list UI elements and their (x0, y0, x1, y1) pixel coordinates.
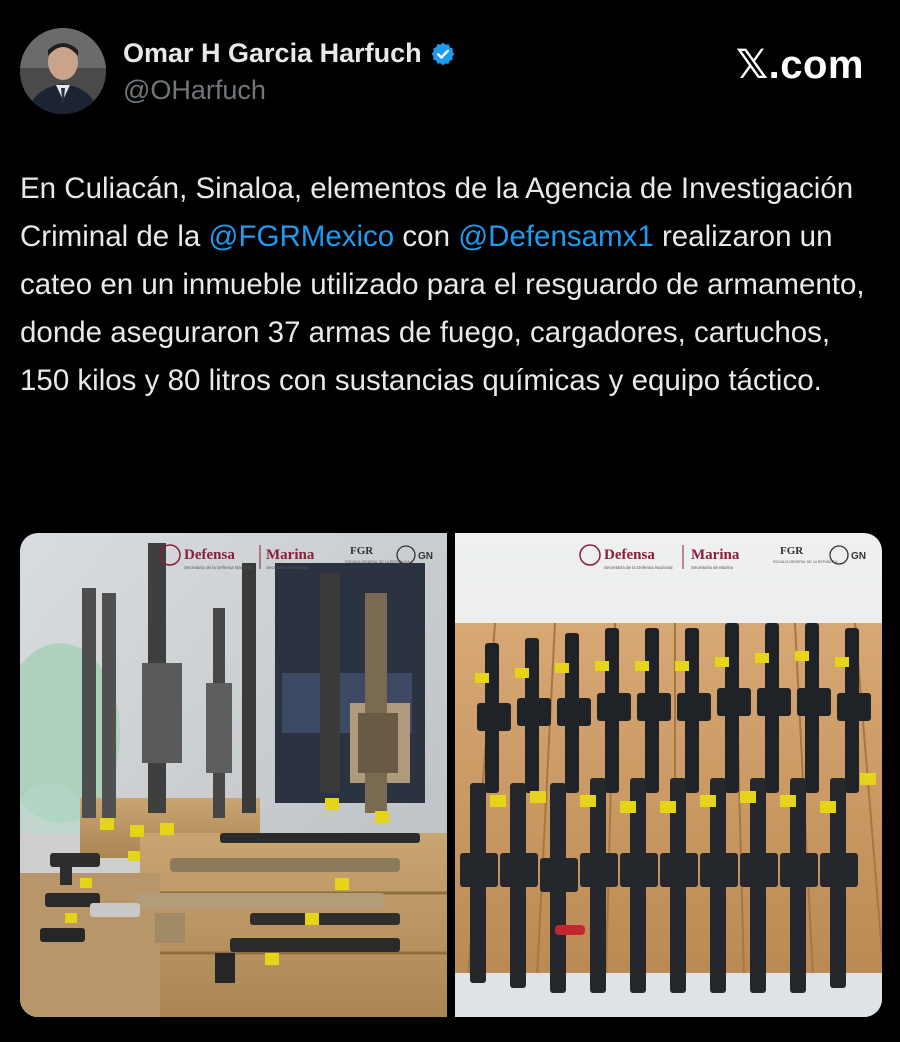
watermark-defensa-sub: Secretaría de la Defensa Nacional (184, 565, 253, 570)
watermark-marina: Marina (691, 547, 740, 563)
watermark-marina: Marina (266, 547, 315, 563)
name-row: Omar H Garcia Harfuch (123, 38, 456, 69)
author-handle[interactable]: @OHarfuch (123, 75, 266, 106)
watermark-marina-sub: Secretaría de Marina (266, 565, 309, 570)
author-avatar[interactable] (20, 28, 106, 114)
verified-badge-icon (430, 41, 456, 67)
x-logo-icon: 𝕏 (735, 42, 769, 88)
agency-watermark: Defensa Secretaría de la Defensa Naciona… (20, 539, 447, 573)
seized-weapons-photo[interactable]: Defensa Secretaría de la Defensa Naciona… (20, 533, 447, 1017)
watermark-fgr: FGR (780, 545, 804, 557)
tweet-text: En Culiacán, Sinaloa, elementos de la Ag… (20, 165, 880, 405)
brand-suffix: .com (768, 43, 864, 87)
agency-watermark: Defensa Secretaría de la Defensa Naciona… (455, 539, 882, 573)
x-com-logo: 𝕏.com (736, 42, 864, 88)
seized-rifles-photo[interactable]: Defensa Secretaría de la Defensa Naciona… (455, 533, 882, 1017)
tweet-media: Defensa Secretaría de la Defensa Naciona… (20, 533, 882, 1017)
mention-defensamx1[interactable]: @Defensamx1 (458, 220, 654, 253)
tweet-text-part-2: con (394, 220, 459, 253)
watermark-fgr: FGR (350, 545, 374, 557)
watermark-gn: GN (418, 551, 433, 562)
tweet-header: Omar H Garcia Harfuch @OHarfuch 𝕏.com (20, 28, 880, 118)
author-display-name[interactable]: Omar H Garcia Harfuch (123, 38, 422, 69)
watermark-defensa: Defensa (604, 547, 655, 563)
watermark-gn: GN (851, 551, 866, 562)
watermark-fgr-sub: FISCALÍA GENERAL DE LA REPÚBLICA (773, 560, 838, 564)
mention-fgrmexico[interactable]: @FGRMexico (209, 220, 395, 253)
watermark-marina-sub: Secretaría de Marina (691, 565, 734, 570)
watermark-defensa: Defensa (184, 547, 235, 563)
watermark-defensa-sub: Secretaría de la Defensa Nacional (604, 565, 673, 570)
